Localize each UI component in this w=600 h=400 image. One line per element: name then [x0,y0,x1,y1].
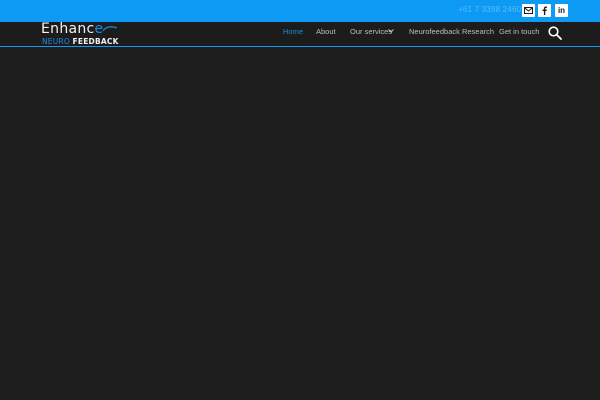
email-icon[interactable] [522,4,535,17]
nav-get-in-touch[interactable]: Get in touch [499,27,539,36]
site-logo[interactable]: Enhance NEURO FEEDBACK [41,21,121,47]
search-icon[interactable] [548,26,562,40]
logo-tagline: NEURO FEEDBACK [42,37,119,46]
logo-wordmark: Enhance [41,21,104,37]
logo-swoosh-icon [103,26,117,32]
main-content-area [0,48,600,400]
nav-about[interactable]: About [316,27,336,36]
chevron-down-icon[interactable] [388,29,394,33]
nav-neurofeedback-research[interactable]: Neurofeedback Research [409,27,494,36]
top-bar: +61 7 3398 2460 in [0,0,600,22]
nav-our-services[interactable]: Our services [350,27,392,36]
phone-number[interactable]: +61 7 3398 2460 [458,5,521,14]
nav-home[interactable]: Home [283,27,303,36]
linkedin-icon[interactable]: in [555,4,568,17]
main-navbar: Enhance NEURO FEEDBACK Home About Our se… [0,21,600,47]
facebook-icon[interactable] [538,4,551,17]
